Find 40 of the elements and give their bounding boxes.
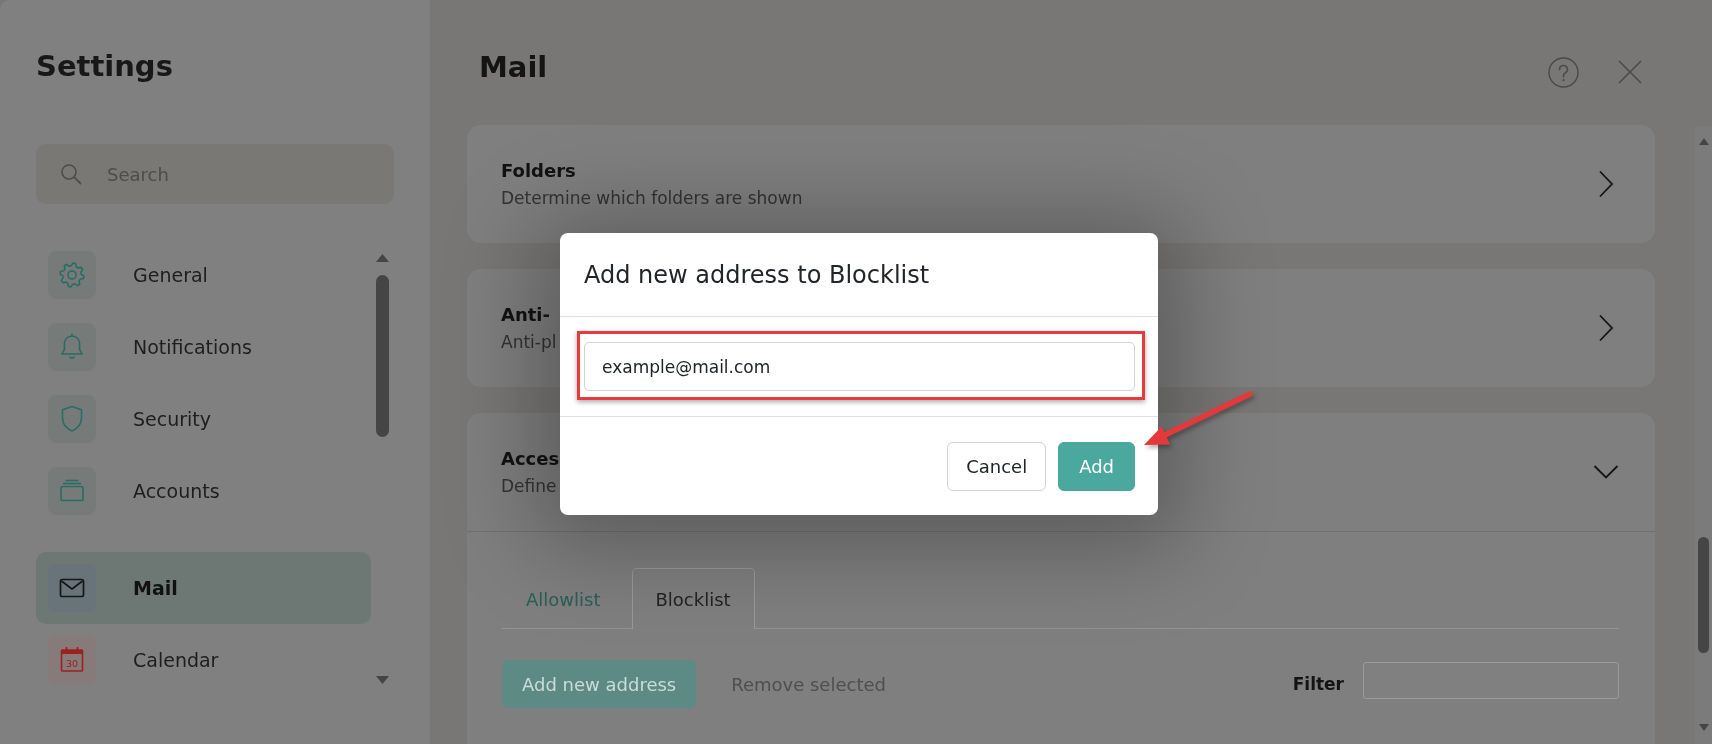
nav-item[interactable]: Accounts (36, 455, 371, 527)
filter-label: Filter (1292, 674, 1344, 694)
chevron-down-icon[interactable] (1593, 464, 1619, 480)
help-icon[interactable] (1548, 57, 1579, 88)
scroll-down-button[interactable] (376, 676, 389, 684)
tab[interactable]: Blocklist (631, 568, 755, 629)
section-title: Acces (501, 447, 560, 471)
dialog-title: Add new address to Blocklist (584, 260, 930, 289)
add-button[interactable]: Add (1058, 442, 1135, 491)
nav-item[interactable]: 30 Calendar (36, 624, 371, 696)
stacked-cards-icon (48, 467, 96, 515)
scrollbar-thumb[interactable] (1698, 537, 1709, 653)
search-icon (60, 163, 82, 185)
scrollbar-thumb[interactable] (376, 275, 389, 437)
shield-icon (48, 395, 96, 443)
nav-item[interactable]: Notifications (36, 311, 371, 383)
section-title: Anti- (501, 303, 550, 327)
nav-item[interactable]: Security (36, 383, 371, 455)
scroll-up-button[interactable] (376, 254, 389, 262)
section-subtitle: Determine which folders are shown (501, 187, 803, 209)
chevron-right-icon[interactable] (1598, 170, 1614, 198)
address-input[interactable]: example@mail.com (584, 342, 1135, 391)
scroll-down-button[interactable] (1698, 724, 1709, 731)
section-title: Folders (501, 159, 576, 183)
gear-icon (48, 251, 96, 299)
bell-icon (48, 323, 96, 371)
filter-input[interactable] (1363, 661, 1619, 699)
cancel-button[interactable]: Cancel (947, 442, 1047, 491)
envelope-icon (48, 564, 96, 612)
close-icon[interactable] (1618, 60, 1642, 84)
scroll-up-button[interactable] (1698, 138, 1709, 145)
add-address-button[interactable]: Add new address (502, 660, 697, 708)
section-subtitle: Define (501, 475, 557, 497)
page-title: Mail (479, 49, 548, 85)
section-subtitle: Anti-pl (501, 331, 557, 353)
nav-item[interactable]: Mail (36, 552, 371, 624)
nav-item[interactable]: General (36, 239, 371, 311)
calendar-icon: 30 (48, 636, 96, 684)
sidebar-title: Settings (36, 48, 173, 84)
chevron-right-icon[interactable] (1598, 314, 1614, 342)
